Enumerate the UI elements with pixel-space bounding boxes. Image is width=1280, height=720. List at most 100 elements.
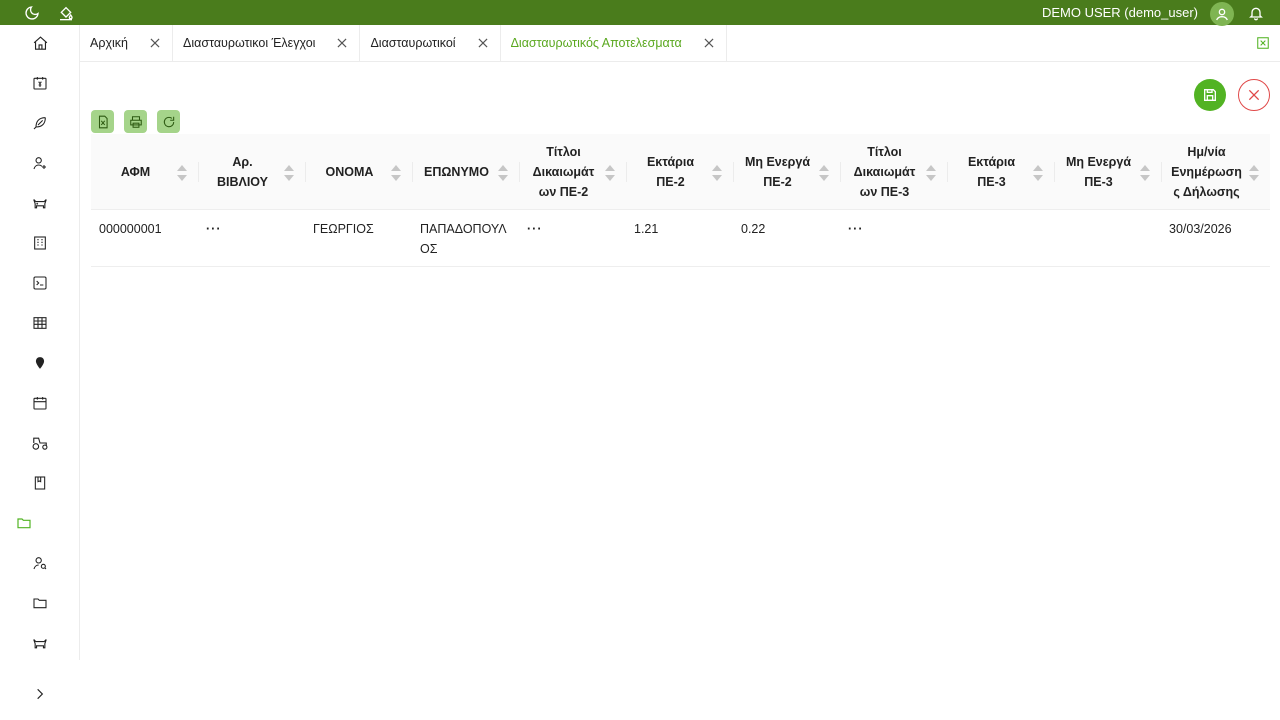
column-header-update-date[interactable]: Ημ/νία Ενημέρωση ς Δήλωσης <box>1161 134 1270 209</box>
cell-titles-pe2-more[interactable]: ··· <box>519 210 626 266</box>
tab-label: Διασταυρωτικός Αποτελεσματα <box>510 36 682 50</box>
sort-icon[interactable] <box>176 162 188 184</box>
column-header-inactive-pe2[interactable]: Μη Ενεργά ΠΕ-2 <box>733 134 840 209</box>
refresh-button[interactable] <box>157 110 180 133</box>
user-search-icon <box>32 555 48 571</box>
sort-icon[interactable] <box>1248 162 1260 184</box>
cow-icon <box>31 195 49 211</box>
close-icon[interactable] <box>335 36 349 50</box>
sort-icon[interactable] <box>925 162 937 184</box>
grid-toolbar <box>91 110 180 133</box>
column-header-hectares-pe3[interactable]: Εκτάρια ΠΕ-3 <box>947 134 1054 209</box>
cell-inactive-pe3 <box>1054 210 1161 266</box>
calendar-money-icon <box>32 75 48 91</box>
column-header-titles-pe2[interactable]: Τίτλοι Δικαιωμάτ ων ΠΕ-2 <box>519 134 626 209</box>
close-icon[interactable] <box>702 36 716 50</box>
cell-hectares-pe3 <box>947 210 1054 266</box>
close-icon[interactable] <box>148 36 162 50</box>
sidebar-expand-button[interactable] <box>28 682 52 706</box>
sidebar <box>0 25 80 660</box>
moon-icon[interactable] <box>24 5 40 21</box>
folder-icon <box>16 515 32 531</box>
sidebar-item-folder[interactable] <box>0 589 80 617</box>
user-avatar-icon[interactable] <box>1210 2 1234 26</box>
sort-icon[interactable] <box>711 162 723 184</box>
user-name[interactable]: DEMO USER (demo_user) <box>1042 5 1198 20</box>
sidebar-item-animals[interactable] <box>0 629 80 657</box>
cow-icon <box>31 635 49 651</box>
sort-icon[interactable] <box>1139 162 1151 184</box>
sidebar-item-crops[interactable] <box>0 109 80 137</box>
column-header-label: Μη Ενεργά ΠΕ-2 <box>744 154 811 189</box>
sidebar-item-buildings[interactable] <box>0 229 80 257</box>
tab-home[interactable]: Αρχική <box>80 25 173 61</box>
sidebar-item-livestock[interactable] <box>0 189 80 217</box>
column-header-label: Αρ. ΒΙΒΛΙΟΥ <box>216 154 269 189</box>
calendar-icon <box>32 395 48 411</box>
tab-cross-checks[interactable]: Διασταυρωτικοι Έλεγχοι <box>173 25 361 61</box>
cell-inactive-pe2: 0.22 <box>741 222 766 236</box>
tab-bar: Αρχική Διασταυρωτικοι Έλεγχοι Διασταυρωτ… <box>80 25 1280 62</box>
save-icon <box>1202 87 1218 103</box>
refresh-icon <box>162 115 176 129</box>
sidebar-item-home[interactable] <box>0 29 80 57</box>
cell-update-date: 30/03/2026 <box>1169 222 1232 236</box>
column-header-afm[interactable]: ΑΦΜ <box>91 134 198 209</box>
paint-bucket-icon[interactable] <box>58 5 74 21</box>
sidebar-item-locations[interactable] <box>0 349 80 377</box>
cell-last-name: ΠΑΠΑΔΟΠΟΥΛ ΟΣ <box>420 222 506 256</box>
table-row[interactable]: 000000001 ··· ΓΕΩΡΓΙΟΣ ΠΑΠΑΔΟΠΟΥΛ ΟΣ ···… <box>91 210 1270 267</box>
close-button[interactable] <box>1238 79 1270 111</box>
tab-cross-results[interactable]: Διασταυρωτικός Αποτελεσματα <box>500 25 727 61</box>
sidebar-item-machinery[interactable] <box>0 429 80 457</box>
excel-file-icon <box>96 115 110 129</box>
column-header-first-name[interactable]: ΟΝΟΜΑ <box>305 134 412 209</box>
print-button[interactable] <box>124 110 147 133</box>
tab-cross[interactable]: Διασταυρωτικοί <box>360 25 501 61</box>
column-header-label: Εκτάρια ΠΕ-2 <box>646 154 695 189</box>
sort-icon[interactable] <box>818 162 830 184</box>
table-icon <box>32 315 48 331</box>
column-header-last-name[interactable]: ΕΠΩΝΥΜΟ <box>412 134 519 209</box>
home-icon <box>32 35 49 52</box>
chevron-right-icon <box>33 687 47 701</box>
column-header-titles-pe3[interactable]: Τίτλοι Δικαιωμάτ ων ΠΕ-3 <box>840 134 947 209</box>
column-header-label: Τίτλοι Δικαιωμάτ ων ΠΕ-3 <box>853 144 916 199</box>
save-button[interactable] <box>1194 79 1226 111</box>
sort-icon[interactable] <box>604 162 616 184</box>
sort-icon[interactable] <box>390 162 402 184</box>
building-icon <box>32 235 48 251</box>
cell-book-number-more[interactable]: ··· <box>198 210 305 266</box>
map-pin-icon <box>33 356 47 370</box>
sort-icon[interactable] <box>283 162 295 184</box>
bell-icon[interactable] <box>1248 5 1264 21</box>
sort-icon[interactable] <box>1032 162 1044 184</box>
export-excel-button[interactable] <box>91 110 114 133</box>
column-header-inactive-pe3[interactable]: Μη Ενεργά ΠΕ-3 <box>1054 134 1161 209</box>
column-header-label: Εκτάρια ΠΕ-3 <box>967 154 1016 189</box>
cell-hectares-pe2: 1.21 <box>634 222 659 236</box>
results-table: ΑΦΜ Αρ. ΒΙΒΛΙΟΥ ΟΝΟΜΑ ΕΠΩΝΥΜΟ Τίτλοι Δικ… <box>91 134 1270 267</box>
cell-afm: 000000001 <box>99 222 162 236</box>
sidebar-item-users[interactable] <box>0 149 80 177</box>
top-bar: DEMO USER (demo_user) <box>0 0 1280 26</box>
folder-icon <box>32 595 48 611</box>
column-header-label: Τίτλοι Δικαιωμάτ ων ΠΕ-2 <box>532 144 595 199</box>
sort-icon[interactable] <box>497 162 509 184</box>
column-header-hectares-pe2[interactable]: Εκτάρια ΠΕ-2 <box>626 134 733 209</box>
close-icon <box>1246 87 1262 103</box>
column-header-book-number[interactable]: Αρ. ΒΙΒΛΙΟΥ <box>198 134 305 209</box>
column-header-label: ΕΠΩΝΥΜΟ <box>424 164 489 179</box>
tab-label: Διασταυρωτικοι Έλεγχοι <box>183 36 316 50</box>
excel-export-icon[interactable] <box>1256 36 1270 50</box>
sidebar-item-folder-active[interactable] <box>0 509 80 537</box>
sidebar-item-user-search[interactable] <box>0 549 80 577</box>
sidebar-item-console[interactable] <box>0 269 80 297</box>
sidebar-item-tables[interactable] <box>0 309 80 337</box>
sidebar-item-books[interactable] <box>0 469 80 497</box>
sidebar-item-calendar[interactable] <box>0 389 80 417</box>
column-header-label: Ημ/νία Ενημέρωση ς Δήλωσης <box>1171 144 1242 199</box>
sidebar-item-payments[interactable] <box>0 69 80 97</box>
cell-titles-pe3-more[interactable]: ··· <box>840 210 947 266</box>
close-icon[interactable] <box>476 36 490 50</box>
